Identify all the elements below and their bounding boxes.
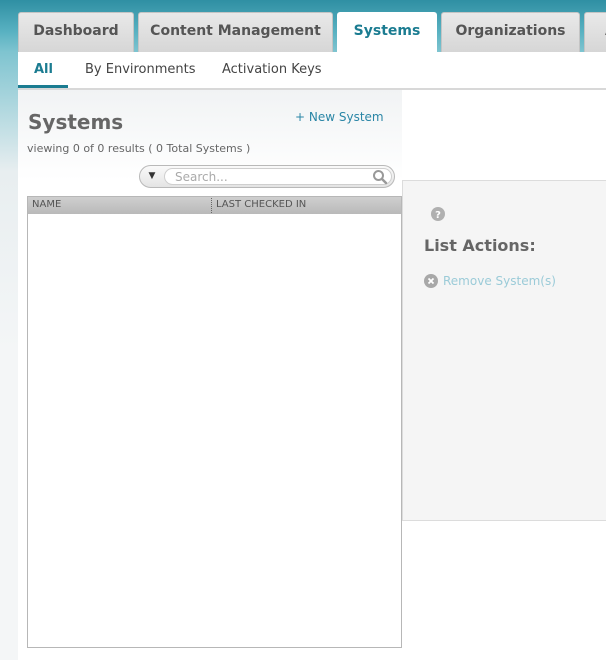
help-icon[interactable]: ? (431, 207, 445, 221)
subnav: All By Environments Activation Keys (18, 52, 606, 90)
remove-icon (424, 274, 438, 288)
left-gutter (0, 52, 18, 660)
tab-organizations[interactable]: Organizations (441, 12, 580, 52)
subtab-activation-keys[interactable]: Activation Keys (222, 62, 322, 77)
page-title: Systems (28, 110, 124, 134)
table-header: NAME LAST CHECKED IN (28, 197, 401, 214)
search-input[interactable] (164, 168, 392, 185)
tab-dashboard[interactable]: Dashboard (18, 12, 134, 52)
list-actions-panel: ? List Actions: Remove System(s) (402, 180, 606, 521)
column-header-name[interactable]: NAME (32, 199, 61, 210)
column-header-last-checked-in[interactable]: LAST CHECKED IN (216, 199, 306, 210)
chevron-down-icon[interactable]: ▼ (142, 168, 162, 185)
content-area: All By Environments Activation Keys Syst… (18, 52, 606, 660)
new-system-link[interactable]: + New System (295, 110, 384, 124)
search-icon[interactable] (372, 169, 388, 185)
tab-administration[interactable]: A (584, 12, 606, 52)
systems-table: NAME LAST CHECKED IN (27, 196, 402, 648)
tab-systems[interactable]: Systems (337, 12, 437, 53)
tab-content-management[interactable]: Content Management (138, 12, 333, 52)
list-actions-title: List Actions: (424, 236, 536, 255)
column-divider (211, 198, 212, 213)
search-bar: ▼ (139, 165, 395, 188)
subtab-active-indicator (18, 85, 68, 88)
remove-systems-link[interactable]: Remove System(s) (443, 274, 556, 288)
svg-text:?: ? (435, 210, 441, 221)
subtab-all[interactable]: All (34, 62, 53, 77)
results-summary: viewing 0 of 0 results ( 0 Total Systems… (27, 142, 251, 155)
subtab-by-environments[interactable]: By Environments (85, 62, 196, 77)
